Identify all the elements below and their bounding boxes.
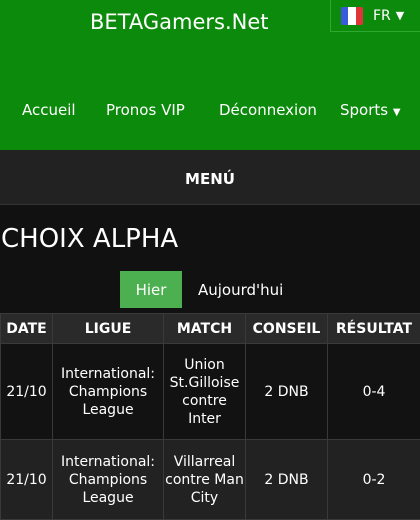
tab-aujourdhui[interactable]: Aujourd'hui bbox=[198, 281, 283, 299]
cell-tip: 2 DNB bbox=[246, 344, 328, 440]
cell-league: International: Champions League bbox=[53, 344, 164, 440]
table-row: 21/10 International: Champions League Vi… bbox=[1, 440, 420, 520]
france-flag-icon bbox=[341, 7, 363, 25]
menu-label: MENÚ bbox=[0, 170, 420, 188]
nav-pronos-vip[interactable]: Pronos VIP bbox=[106, 101, 185, 119]
site-header: BETAGamers.Net FR ▼ Accueil Pronos VIP D… bbox=[0, 0, 420, 150]
predictions-table: DATE LIGUE MATCH CONSEIL RÉSULTAT 21/10 … bbox=[0, 313, 420, 520]
cell-date: 21/10 bbox=[1, 440, 53, 520]
caret-down-icon: ▼ bbox=[393, 107, 401, 118]
language-label: FR bbox=[373, 8, 391, 24]
column-header-league: LIGUE bbox=[53, 314, 164, 344]
language-selector[interactable]: FR ▼ bbox=[330, 0, 420, 32]
cell-result: 0-2 bbox=[328, 440, 420, 520]
nav-deconnexion[interactable]: Déconnexion bbox=[219, 101, 317, 119]
table-row: 21/10 International: Champions League Un… bbox=[1, 344, 420, 440]
cell-date: 21/10 bbox=[1, 344, 53, 440]
column-header-tip: CONSEIL bbox=[246, 314, 328, 344]
cell-league: International: Champions League bbox=[53, 440, 164, 520]
cell-tip: 2 DNB bbox=[246, 440, 328, 520]
site-title[interactable]: BETAGamers.Net bbox=[90, 10, 269, 34]
nav-sports[interactable]: Sports ▼ bbox=[340, 101, 401, 119]
cell-result: 0-4 bbox=[328, 344, 420, 440]
nav-sports-label: Sports bbox=[340, 101, 388, 119]
page-title: CHOIX ALPHA bbox=[1, 224, 178, 254]
table-header-row: DATE LIGUE MATCH CONSEIL RÉSULTAT bbox=[1, 314, 420, 344]
cell-match: Villarreal contre Man City bbox=[164, 440, 246, 520]
column-header-match: MATCH bbox=[164, 314, 246, 344]
tab-hier[interactable]: Hier bbox=[120, 271, 182, 308]
column-header-result: RÉSULTAT bbox=[328, 314, 420, 344]
nav-accueil[interactable]: Accueil bbox=[22, 101, 76, 119]
caret-down-icon: ▼ bbox=[396, 9, 404, 22]
column-header-date: DATE bbox=[1, 314, 53, 344]
menu-bar[interactable]: MENÚ bbox=[0, 150, 420, 205]
cell-match: Union St.Gilloise contre Inter bbox=[164, 344, 246, 440]
